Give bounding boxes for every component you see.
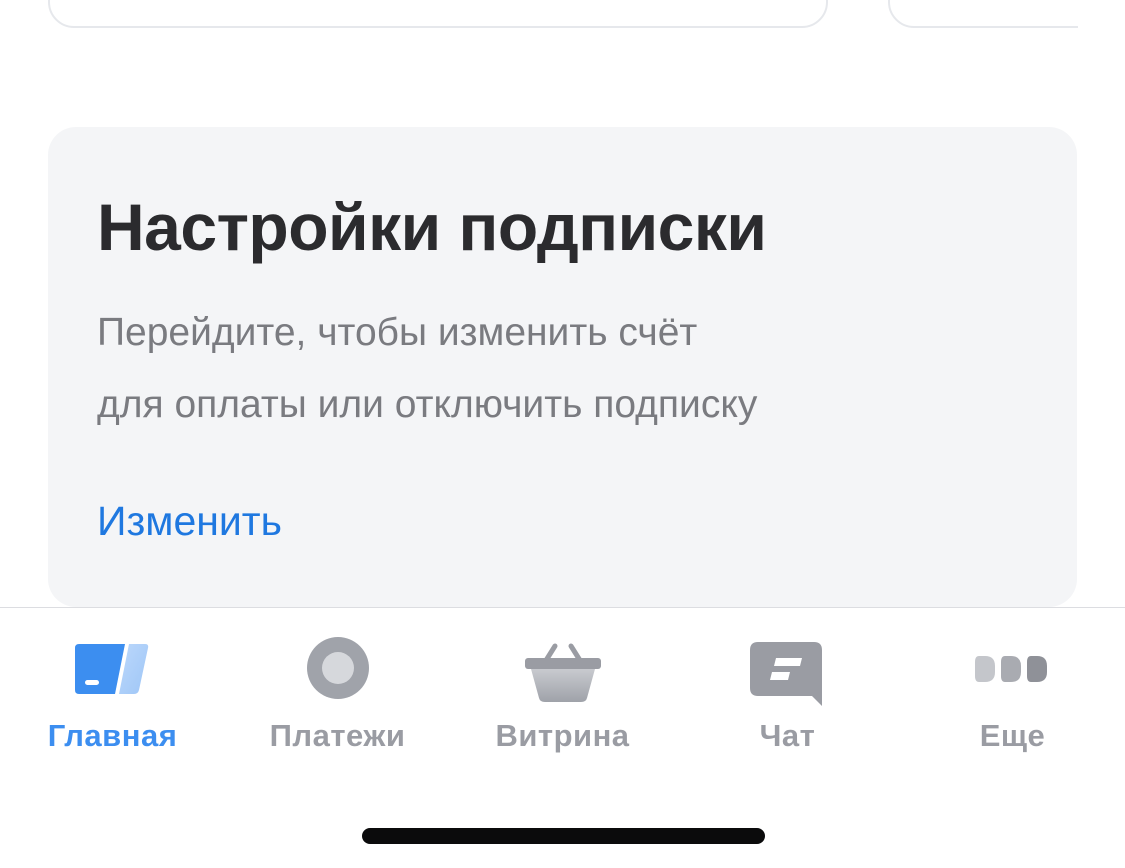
- tab-more[interactable]: Еще: [900, 608, 1125, 768]
- tab-payments[interactable]: Платежи: [225, 608, 450, 768]
- home-indicator[interactable]: [362, 828, 765, 844]
- tab-payments-label: Платежи: [269, 718, 406, 753]
- subscription-settings-title: Настройки подписки: [97, 190, 767, 264]
- more-dots-icon: [973, 636, 1053, 706]
- change-subscription-link[interactable]: Изменить: [97, 493, 282, 549]
- subscription-settings-card: Настройки подписки Перейдите, чтобы изме…: [48, 127, 1077, 607]
- tab-chat-label: Чат: [759, 718, 816, 753]
- circle-icon: [298, 636, 378, 706]
- app-screen: Настройки подписки Перейдите, чтобы изме…: [0, 0, 1125, 868]
- chat-icon: [748, 636, 828, 706]
- tab-home[interactable]: Главная: [0, 608, 225, 768]
- basket-icon: [523, 636, 603, 706]
- top-card-left[interactable]: [48, 0, 828, 28]
- card-icon: [73, 636, 153, 706]
- tab-showcase-label: Витрина: [495, 718, 630, 753]
- tab-chat[interactable]: Чат: [675, 608, 900, 768]
- description-line-1: Перейдите, чтобы изменить счёт: [97, 311, 698, 354]
- tab-more-label: Еще: [979, 718, 1046, 753]
- top-card-fade: [1078, 0, 1125, 40]
- subscription-settings-description: Перейдите, чтобы изменить счёт для оплат…: [97, 297, 997, 441]
- tab-showcase[interactable]: Витрина: [450, 608, 675, 768]
- description-line-2: для оплаты или отключить подписку: [97, 383, 758, 426]
- tab-home-label: Главная: [47, 718, 178, 753]
